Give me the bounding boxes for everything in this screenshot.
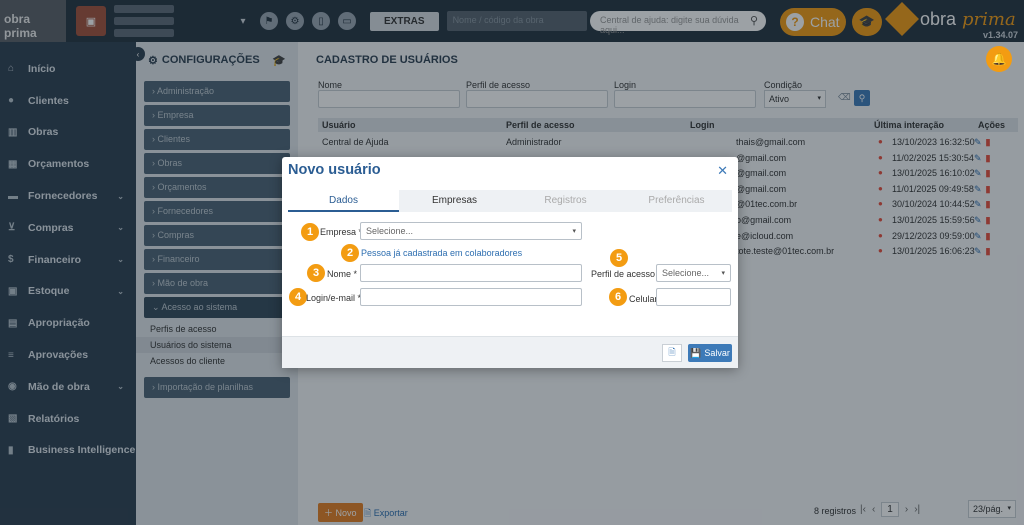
empresa-select[interactable]: Selecione... ▾ bbox=[360, 222, 582, 240]
new-user-modal: Novo usuário ✕ Dados Empresas Registros … bbox=[282, 157, 738, 368]
step-badge-2: 2 bbox=[340, 243, 360, 263]
save-button[interactable]: 💾 Salvar bbox=[688, 344, 732, 362]
step-badge-3: 3 bbox=[306, 263, 326, 283]
login-label: Login/e-mail * bbox=[306, 293, 362, 303]
empresa-label: Empresa * bbox=[320, 227, 363, 237]
modal-tabs: Dados Empresas Registros Preferências bbox=[288, 190, 732, 212]
celular-input[interactable] bbox=[656, 288, 731, 306]
perfil-placeholder: Selecione... bbox=[662, 268, 710, 278]
tab-registros: Registros bbox=[544, 195, 587, 206]
chevron-down-icon: ▾ bbox=[721, 270, 725, 277]
floppy-icon: 💾 bbox=[690, 347, 702, 358]
close-icon[interactable]: ✕ bbox=[717, 163, 728, 179]
document-icon[interactable]: 🗎 bbox=[662, 344, 682, 362]
step-badge-5: 5 bbox=[609, 248, 629, 268]
save-label: Salvar bbox=[704, 348, 730, 358]
login-email-input[interactable] bbox=[360, 288, 582, 306]
empresa-placeholder: Selecione... bbox=[366, 226, 414, 236]
modal-footer: 🗎 💾 Salvar bbox=[282, 336, 738, 368]
bell-icon[interactable]: 🔔 bbox=[986, 46, 1012, 72]
tab-empresas[interactable]: Empresas bbox=[399, 190, 510, 212]
chevron-down-icon: ▾ bbox=[572, 228, 576, 235]
step-badge-6: 6 bbox=[608, 287, 628, 307]
tab-preferencias: Preferências bbox=[648, 195, 705, 206]
nome-label: Nome * bbox=[327, 269, 358, 279]
step-badge-1: 1 bbox=[300, 222, 320, 242]
nome-input[interactable] bbox=[360, 264, 582, 282]
modal-title: Novo usuário bbox=[288, 162, 381, 178]
celular-label: Celular bbox=[629, 294, 658, 304]
tab-dados[interactable]: Dados bbox=[288, 190, 399, 212]
colaborador-link[interactable]: Pessoa já cadastrada em colaboradores bbox=[361, 248, 522, 258]
perfil-label: Perfil de acesso * bbox=[591, 269, 662, 279]
perfil-select[interactable]: Selecione... ▾ bbox=[656, 264, 731, 282]
step-badge-4: 4 bbox=[288, 287, 308, 307]
